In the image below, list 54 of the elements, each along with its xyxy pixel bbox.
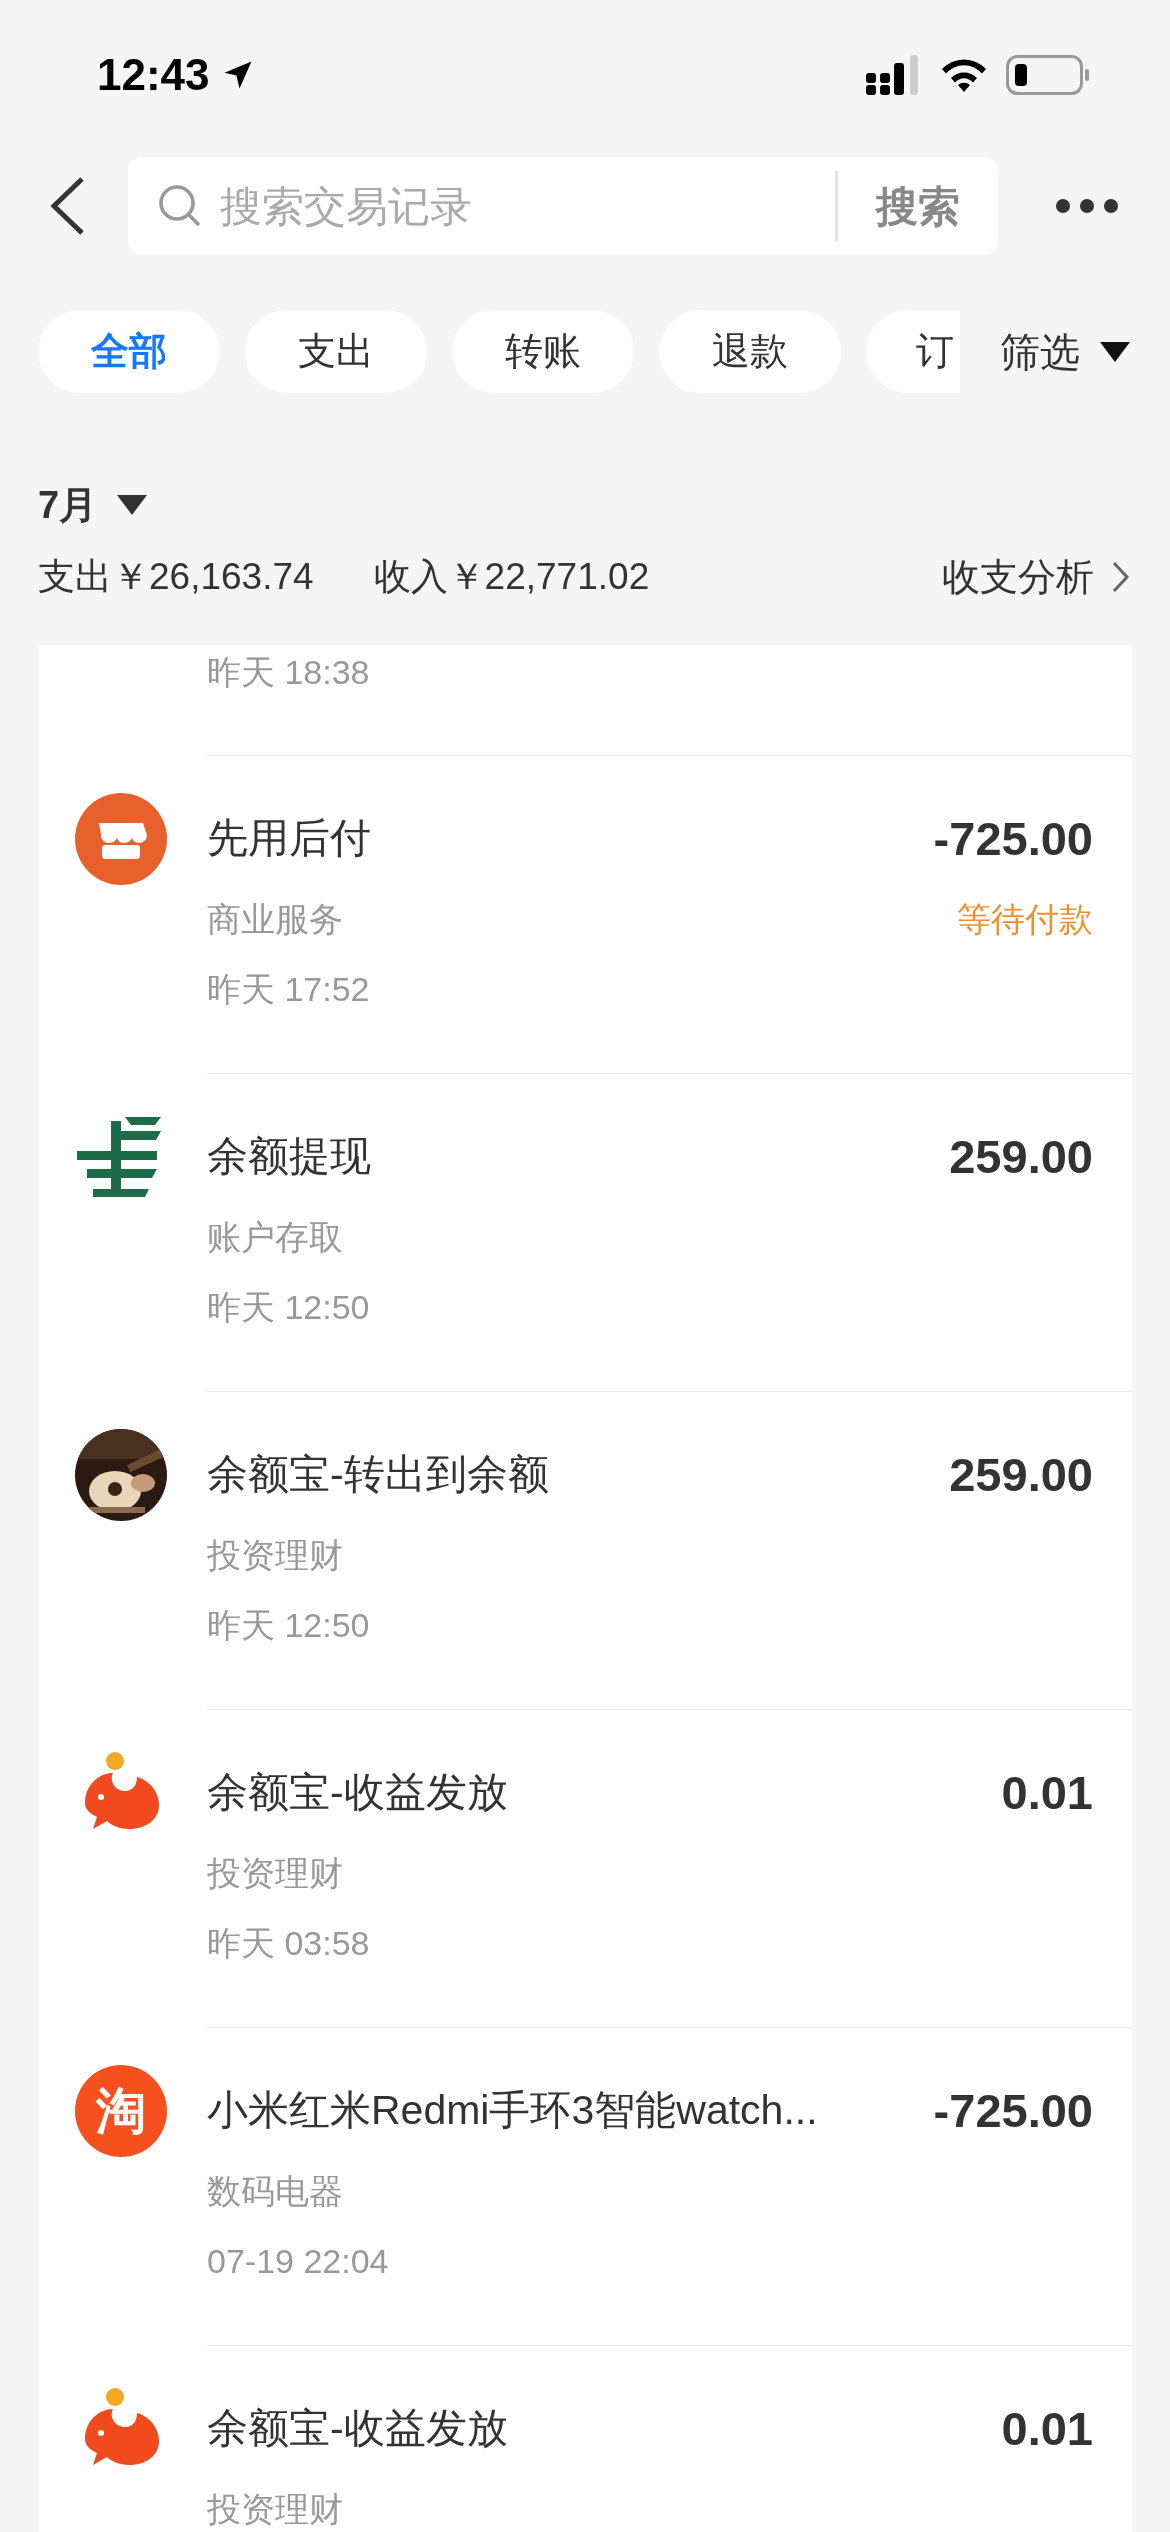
transaction-category: 投资理财 <box>207 2488 343 2530</box>
transaction-time: 昨天 18:38 <box>207 652 371 693</box>
transaction-title: 余额宝-转出到余额 <box>207 1450 549 1500</box>
search-button[interactable]: 搜索 <box>838 157 998 255</box>
store-icon <box>75 793 167 885</box>
month-selector[interactable]: 7月 <box>38 476 148 534</box>
transaction-category: 商业服务 <box>207 898 343 940</box>
filter-dropdown[interactable]: 筛选 <box>1000 321 1130 382</box>
filter-chip[interactable]: 订 <box>866 310 960 393</box>
transaction-row[interactable]: 淘 小米红米Redmi手环3智能watch... 数码电器 07-19 22:04 -725.00 <box>38 2028 1132 2345</box>
more-icon[interactable] <box>1055 198 1119 214</box>
transaction-category: 投资理财 <box>207 1534 343 1576</box>
transaction-category: 账户存取 <box>207 1216 343 1258</box>
transaction-category: 数码电器 <box>207 2170 343 2212</box>
transaction-time: 昨天 12:50 <box>207 1286 370 1328</box>
filter-chip[interactable]: 全部 <box>38 310 220 393</box>
transaction-category: 投资理财 <box>207 1852 343 1894</box>
transaction-title: 先用后付 <box>207 814 371 864</box>
transaction-time: 昨天 03:58 <box>207 1922 370 1964</box>
transaction-amount: 259.00 <box>949 1128 1093 1185</box>
transaction-amount: 0.01 <box>1001 2400 1093 2457</box>
transaction-title: 余额宝-收益发放 <box>207 1768 508 1818</box>
transaction-title: 小米红米Redmi手环3智能watch... <box>207 2086 818 2136</box>
transaction-title: 余额宝-收益发放 <box>207 2404 508 2454</box>
transaction-time: 07-19 22:04 <box>207 2240 389 2282</box>
battery-icon <box>1006 55 1090 95</box>
filter-chip[interactable]: 支出 <box>245 310 427 393</box>
transaction-row[interactable]: 余额宝-转出到余额 投资理财 昨天 12:50 259.00 <box>38 1392 1132 1709</box>
transaction-row[interactable]: 先用后付 商业服务 昨天 17:52 -725.00 等待付款 <box>38 756 1132 1073</box>
transaction-title: 余额提现 <box>207 1132 371 1182</box>
income-total: 收入￥22,771.02 <box>373 555 650 600</box>
dropdown-triangle-icon <box>117 495 148 515</box>
transaction-amount: 259.00 <box>949 1446 1093 1503</box>
back-icon[interactable] <box>48 175 86 237</box>
dropdown-triangle-icon <box>1100 341 1130 362</box>
transaction-time: 昨天 12:50 <box>207 1604 370 1646</box>
shop-logo-icon: 淘 <box>75 2065 167 2157</box>
search-field[interactable]: 搜索交易记录 搜索 <box>128 157 998 255</box>
search-placeholder: 搜索交易记录 <box>220 181 473 232</box>
transaction-row[interactable]: 余额宝-收益发放 投资理财 0.01 <box>38 2346 1132 2532</box>
transaction-row[interactable]: 余额提现 账户存取 昨天 12:50 259.00 <box>38 1074 1132 1391</box>
analysis-link[interactable]: 收支分析 <box>942 548 1130 606</box>
transaction-amount: -725.00 <box>933 810 1093 867</box>
filter-chip[interactable]: 退款 <box>659 310 841 393</box>
payment-status: 等待付款 <box>957 898 1093 940</box>
filter-chip[interactable]: 转账 <box>452 310 634 393</box>
chevron-right-icon <box>1112 561 1130 593</box>
clock-time: 12:43 <box>97 49 210 101</box>
expense-total: 支出￥26,163.74 <box>38 555 314 600</box>
transaction-time: 昨天 17:52 <box>207 968 370 1010</box>
wifi-icon <box>940 56 988 94</box>
transaction-amount: 0.01 <box>1001 1764 1093 1821</box>
transaction-row[interactable]: 余额宝-收益发放 投资理财 昨天 03:58 0.01 <box>38 1710 1132 2027</box>
transaction-amount: -725.00 <box>933 2082 1093 2139</box>
